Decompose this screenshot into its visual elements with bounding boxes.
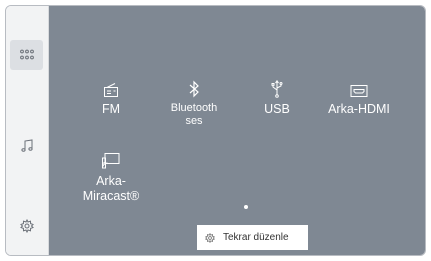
source-miracast-tile[interactable]: Arka- Miracast® [71,144,151,204]
sidebar [6,6,49,255]
source-panel: FM Bluetooth ses USB Arka-HDMI Arka- Mir… [49,6,425,255]
source-label: Arka- Miracast® [82,174,140,203]
miracast-icon [102,153,120,169]
source-usb-tile[interactable]: USB [237,72,317,117]
gear-icon [19,219,34,233]
source-label: Bluetooth ses [170,102,218,127]
sidebar-music-button[interactable] [10,131,43,161]
hdmi-icon [350,85,368,97]
source-label: USB [264,102,290,116]
radio-icon [104,83,118,97]
page-indicator-dot [244,205,248,209]
source-fm-tile[interactable]: FM [71,72,151,117]
source-hdmi-tile[interactable]: Arka-HDMI [319,72,399,117]
source-label: FM [101,102,121,116]
music-note-icon [20,139,33,152]
usb-icon [271,80,283,98]
reorder-button-label: Tekrar düzenle [223,232,289,243]
sidebar-apps-button[interactable] [10,40,43,70]
bluetooth-icon [189,80,199,98]
audio-source-screen: FM Bluetooth ses USB Arka-HDMI Arka- Mir… [5,5,426,256]
gear-icon [205,232,215,243]
apps-grid-icon [19,49,34,60]
reorder-button[interactable]: Tekrar düzenle [197,225,308,250]
source-label: Arka-HDMI [328,102,390,116]
sidebar-settings-button[interactable] [10,211,43,241]
source-bluetooth-tile[interactable]: Bluetooth ses [154,72,234,128]
